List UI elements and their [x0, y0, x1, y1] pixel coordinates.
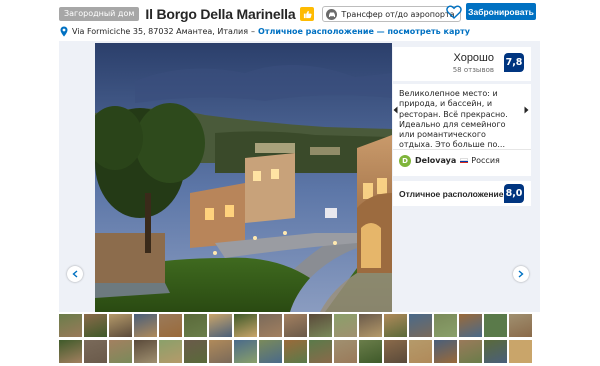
reviewer-row: D Delovaya Россия: [393, 149, 531, 171]
airport-transfer-label: Трансфер от/до аэропорта: [341, 9, 455, 19]
thumbnail-strip: [59, 314, 534, 366]
review-score-card[interactable]: Хорошо 58 отзывов 7,8: [393, 47, 531, 81]
photo-thumbnail[interactable]: [509, 314, 532, 337]
russia-flag-icon: [460, 157, 469, 164]
reviewer-country: Россия: [471, 156, 500, 165]
thumbs-up-icon: [300, 7, 315, 21]
photo-thumbnail[interactable]: [459, 314, 482, 337]
photo-thumbnail[interactable]: [59, 340, 82, 363]
photo-thumbnail[interactable]: [434, 340, 457, 363]
heart-icon[interactable]: [446, 5, 462, 19]
photo-thumbnail[interactable]: [134, 340, 157, 363]
location-score-card[interactable]: Отличное расположение! 8,0: [393, 181, 531, 206]
location-label: Отличное расположение!: [399, 189, 507, 199]
review-next-icon[interactable]: [524, 106, 529, 116]
review-text: Великолепное место: и природа, и бассейн…: [399, 89, 508, 150]
avatar: D: [399, 154, 411, 167]
address-separator: –: [251, 26, 256, 36]
chevron-right-icon: [518, 270, 524, 278]
photo-thumbnail[interactable]: [259, 314, 282, 337]
main-photo[interactable]: [95, 43, 392, 312]
photo-thumbnail[interactable]: [209, 340, 232, 363]
photo-thumbnail[interactable]: [409, 340, 432, 363]
photo-thumbnail[interactable]: [84, 340, 107, 363]
photo-thumbnail[interactable]: [309, 314, 332, 337]
chevron-left-icon: [72, 270, 78, 278]
show-map-link[interactable]: Отличное расположение — посмотреть карту: [258, 27, 470, 36]
review-count: 58 отзывов: [452, 66, 494, 74]
photo-thumbnail[interactable]: [384, 340, 407, 363]
photo-thumbnail[interactable]: [109, 340, 132, 363]
photo-thumbnail[interactable]: [334, 340, 357, 363]
photo-thumbnail[interactable]: [109, 314, 132, 337]
gallery-prev-button[interactable]: [67, 266, 83, 282]
photo-thumbnail[interactable]: [334, 314, 357, 337]
photo-thumbnail[interactable]: [359, 314, 382, 337]
photo-thumbnail[interactable]: [459, 340, 482, 363]
airport-transfer-badge[interactable]: Трансфер от/до аэропорта: [322, 6, 461, 22]
photo-thumbnail[interactable]: [309, 340, 332, 363]
photo-thumbnail[interactable]: [209, 314, 232, 337]
photo-thumbnail[interactable]: [184, 314, 207, 337]
photo-thumbnail[interactable]: [84, 314, 107, 337]
gallery-next-button[interactable]: [513, 266, 529, 282]
photo-thumbnail[interactable]: [284, 314, 307, 337]
photo-thumbnail[interactable]: [484, 314, 507, 337]
review-score-word: Хорошо: [453, 52, 494, 64]
review-prev-icon[interactable]: [393, 106, 398, 116]
photo-thumbnail[interactable]: [384, 314, 407, 337]
photo-thumbnail[interactable]: [359, 340, 382, 363]
photo-thumbnail[interactable]: [59, 314, 82, 337]
photo-thumbnail[interactable]: [159, 314, 182, 337]
photo-thumbnail[interactable]: [234, 340, 257, 363]
photo-thumbnail[interactable]: [434, 314, 457, 337]
photo-thumbnail[interactable]: [259, 340, 282, 363]
photo-thumbnail[interactable]: [509, 340, 532, 363]
photo-thumbnail[interactable]: [184, 340, 207, 363]
photo-thumbnail[interactable]: [234, 314, 257, 337]
photo-thumbnail[interactable]: [159, 340, 182, 363]
map-pin-icon: [60, 26, 68, 36]
book-button[interactable]: Забронировать: [466, 3, 536, 20]
photo-thumbnail[interactable]: [409, 314, 432, 337]
photo-thumbnail[interactable]: [484, 340, 507, 363]
hotel-name: Il Borgo Della Marinella: [145, 6, 296, 22]
taxi-icon: [326, 8, 338, 20]
reviewer-name: Delovaya: [415, 156, 457, 165]
review-score-badge: 7,8: [504, 53, 524, 72]
location-score-badge: 8,0: [504, 184, 524, 203]
address-text: Via Formiciche 35, 87032 Амантеа, Италия: [72, 26, 249, 36]
photo-thumbnail[interactable]: [134, 314, 157, 337]
address-row: Via Formiciche 35, 87032 Амантеа, Италия…: [60, 24, 470, 38]
photo-thumbnail[interactable]: [284, 340, 307, 363]
property-type-badge: Загородный дом: [59, 7, 140, 21]
